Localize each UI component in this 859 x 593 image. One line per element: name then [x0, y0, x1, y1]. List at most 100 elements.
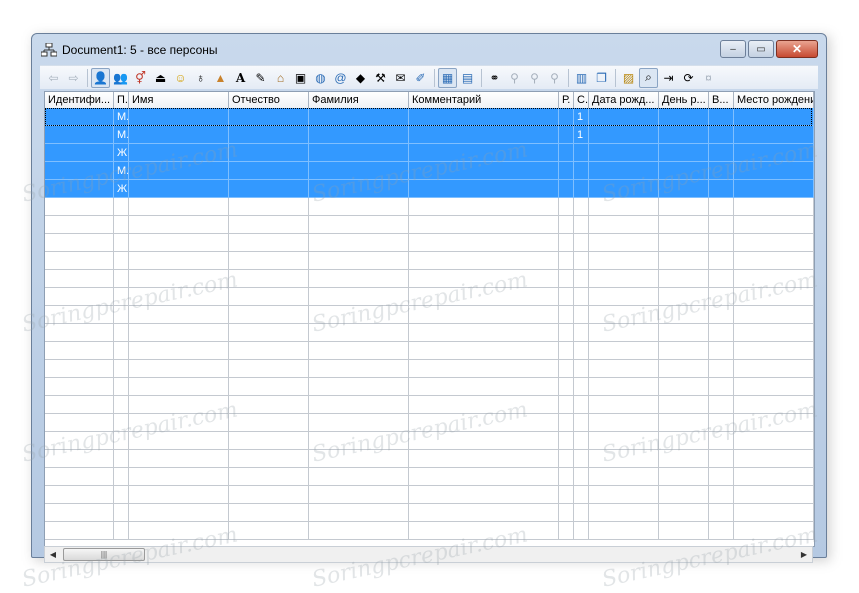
table-cell[interactable]	[589, 522, 659, 540]
table-cell[interactable]	[45, 396, 114, 414]
table-cell[interactable]	[709, 270, 734, 288]
table-cell[interactable]	[129, 504, 229, 522]
scroll-left-icon[interactable]: ◀	[45, 547, 61, 562]
table-cell[interactable]	[734, 198, 814, 216]
table-cell[interactable]	[559, 162, 574, 180]
table-cell[interactable]	[45, 432, 114, 450]
table-cell[interactable]	[129, 450, 229, 468]
empty-row[interactable]	[45, 468, 814, 486]
table-cell[interactable]	[45, 198, 114, 216]
table-cell[interactable]	[229, 522, 309, 540]
table-cell[interactable]	[734, 252, 814, 270]
table-cell[interactable]	[45, 468, 114, 486]
table-cell[interactable]	[409, 342, 559, 360]
table-cell[interactable]	[574, 342, 589, 360]
table-cell[interactable]	[45, 360, 114, 378]
close-small-icon[interactable]: ¤	[699, 68, 718, 88]
table-cell[interactable]	[659, 180, 709, 198]
filter-minus-icon[interactable]: ⚲	[545, 68, 564, 88]
table-cell[interactable]	[309, 234, 409, 252]
table-cell[interactable]: 1	[574, 126, 589, 144]
table-cell[interactable]	[709, 522, 734, 540]
table-cell[interactable]	[734, 396, 814, 414]
table-cell[interactable]	[229, 288, 309, 306]
table-cell[interactable]	[574, 414, 589, 432]
table-cell[interactable]	[589, 468, 659, 486]
table-cell[interactable]	[409, 378, 559, 396]
table-cell[interactable]: Ж	[114, 180, 129, 198]
table-cell[interactable]	[734, 288, 814, 306]
table-cell[interactable]	[734, 522, 814, 540]
table-cell[interactable]	[309, 414, 409, 432]
house-icon[interactable]: ⌂	[271, 68, 290, 88]
table-cell[interactable]	[45, 162, 114, 180]
table-cell[interactable]	[129, 162, 229, 180]
table-cell[interactable]	[709, 360, 734, 378]
table-cell[interactable]	[45, 288, 114, 306]
table-cell[interactable]	[409, 270, 559, 288]
table-cell[interactable]	[129, 342, 229, 360]
table-cell[interactable]	[45, 522, 114, 540]
table-cell[interactable]	[574, 468, 589, 486]
table-cell[interactable]	[45, 252, 114, 270]
table-cell[interactable]	[559, 432, 574, 450]
table-cell[interactable]	[659, 450, 709, 468]
pyramid-icon[interactable]: ▲	[211, 68, 230, 88]
tree-view-icon[interactable]: ▤	[458, 68, 477, 88]
table-cell[interactable]	[309, 504, 409, 522]
column-header[interactable]: В...	[709, 92, 734, 108]
table-cell[interactable]	[659, 198, 709, 216]
table-cell[interactable]	[229, 450, 309, 468]
minimize-button[interactable]: –	[720, 40, 746, 58]
table-cell[interactable]	[129, 432, 229, 450]
table-cell[interactable]: Ж	[114, 144, 129, 162]
table-cell[interactable]	[309, 198, 409, 216]
table-cell[interactable]	[659, 468, 709, 486]
empty-row[interactable]	[45, 288, 814, 306]
table-cell[interactable]	[309, 432, 409, 450]
forward-arrow-icon[interactable]: ⇨	[64, 68, 83, 88]
table-cell[interactable]	[409, 162, 559, 180]
table-cell[interactable]	[709, 396, 734, 414]
table-cell[interactable]	[45, 144, 114, 162]
table-cell[interactable]	[589, 252, 659, 270]
table-cell[interactable]	[734, 342, 814, 360]
table-cell[interactable]	[589, 432, 659, 450]
table-cell[interactable]	[589, 198, 659, 216]
table-cell[interactable]	[659, 144, 709, 162]
table-cell[interactable]	[734, 468, 814, 486]
table-cell[interactable]	[709, 378, 734, 396]
table-cell[interactable]	[709, 162, 734, 180]
table-row[interactable]: Ж	[45, 180, 814, 198]
table-cell[interactable]	[129, 522, 229, 540]
table-cell[interactable]	[709, 144, 734, 162]
empty-row[interactable]	[45, 378, 814, 396]
scroll-thumb[interactable]: |||	[63, 548, 145, 561]
table-cell[interactable]	[309, 324, 409, 342]
column-header[interactable]: П.	[114, 92, 129, 108]
table-cell[interactable]	[559, 198, 574, 216]
filter-plus-icon[interactable]: ⚲	[525, 68, 544, 88]
table-cell[interactable]	[114, 468, 129, 486]
filter-add-icon[interactable]: ⚲	[505, 68, 524, 88]
table-cell[interactable]	[45, 324, 114, 342]
globe-icon[interactable]: ◍	[311, 68, 330, 88]
table-cell[interactable]	[409, 126, 559, 144]
table-cell[interactable]	[309, 468, 409, 486]
empty-row[interactable]	[45, 270, 814, 288]
empty-row[interactable]	[45, 522, 814, 540]
table-cell[interactable]	[734, 144, 814, 162]
gender-icon[interactable]: ⚥	[131, 68, 150, 88]
table-cell[interactable]	[589, 126, 659, 144]
empty-row[interactable]	[45, 324, 814, 342]
table-cell[interactable]	[559, 306, 574, 324]
table-cell[interactable]	[229, 432, 309, 450]
empty-row[interactable]	[45, 504, 814, 522]
column-header[interactable]: День р...	[659, 92, 709, 108]
table-cell[interactable]	[114, 522, 129, 540]
table-cell[interactable]: 1	[574, 108, 589, 126]
table-cell[interactable]	[409, 468, 559, 486]
table-cell[interactable]	[114, 432, 129, 450]
empty-row[interactable]	[45, 252, 814, 270]
table-cell[interactable]	[45, 504, 114, 522]
